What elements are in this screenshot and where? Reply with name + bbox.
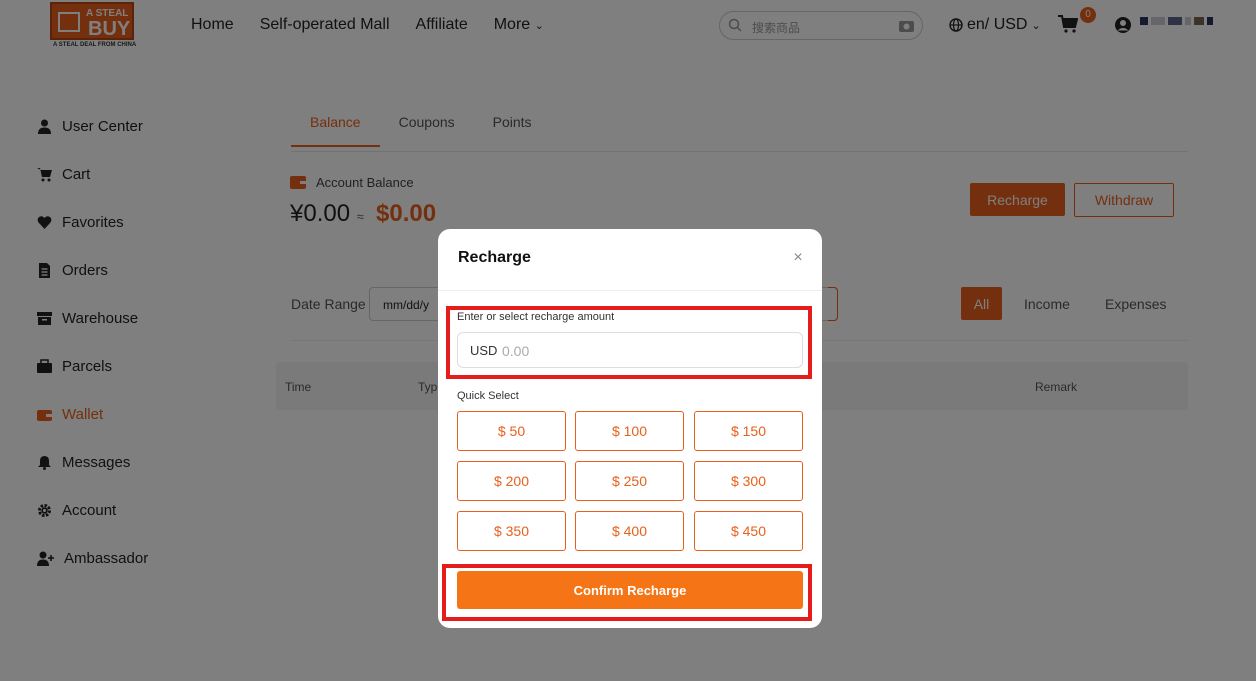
amount-field[interactable]: USD [457, 332, 803, 368]
divider [438, 290, 822, 291]
confirm-recharge-button[interactable]: Confirm Recharge [457, 571, 803, 609]
quick-select-50[interactable]: $ 50 [457, 411, 566, 451]
quick-select-200[interactable]: $ 200 [457, 461, 566, 501]
currency-prefix: USD [470, 343, 498, 358]
quick-select-150[interactable]: $ 150 [694, 411, 803, 451]
quick-select-100[interactable]: $ 100 [575, 411, 684, 451]
close-icon[interactable]: × [790, 250, 806, 266]
quick-select-300[interactable]: $ 300 [694, 461, 803, 501]
quick-select-450[interactable]: $ 450 [694, 511, 803, 551]
amount-input[interactable] [502, 341, 782, 361]
quick-select-label: Quick Select [457, 390, 519, 402]
quick-select-250[interactable]: $ 250 [575, 461, 684, 501]
quick-select-350[interactable]: $ 350 [457, 511, 566, 551]
recharge-modal: Recharge × Enter or select recharge amou… [438, 229, 822, 628]
amount-label: Enter or select recharge amount [457, 311, 615, 323]
quick-select-400[interactable]: $ 400 [575, 511, 684, 551]
modal-title: Recharge [458, 249, 531, 266]
